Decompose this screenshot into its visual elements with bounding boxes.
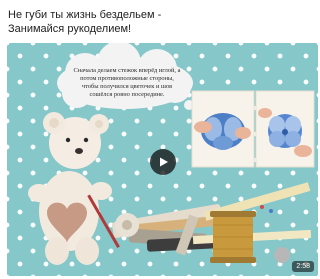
play-button[interactable] (150, 149, 176, 175)
caption-text: Сначала делаем стежок вперёд иглой, а по… (73, 67, 181, 98)
fabric-pile (87, 194, 223, 256)
teddy-bear (28, 112, 112, 265)
post-text-line-1: Не губи ты жизнь бездельем - (8, 9, 162, 21)
post-text-line-2: Занимайся рукоделием! (8, 23, 132, 35)
video-thumbnail[interactable]: Сначала делаем стежок вперёд иглой, а по… (7, 43, 318, 276)
step-photo-2 (255, 90, 315, 168)
caption-bubble: Сначала делаем стежок вперёд иглой, а по… (51, 43, 203, 115)
play-icon (160, 157, 168, 167)
thread-spool (210, 211, 256, 263)
video-duration: 2:58 (292, 261, 314, 272)
post-text: Не губи ты жизнь бездельем - Занимайся р… (8, 8, 308, 36)
thimble (274, 247, 290, 263)
